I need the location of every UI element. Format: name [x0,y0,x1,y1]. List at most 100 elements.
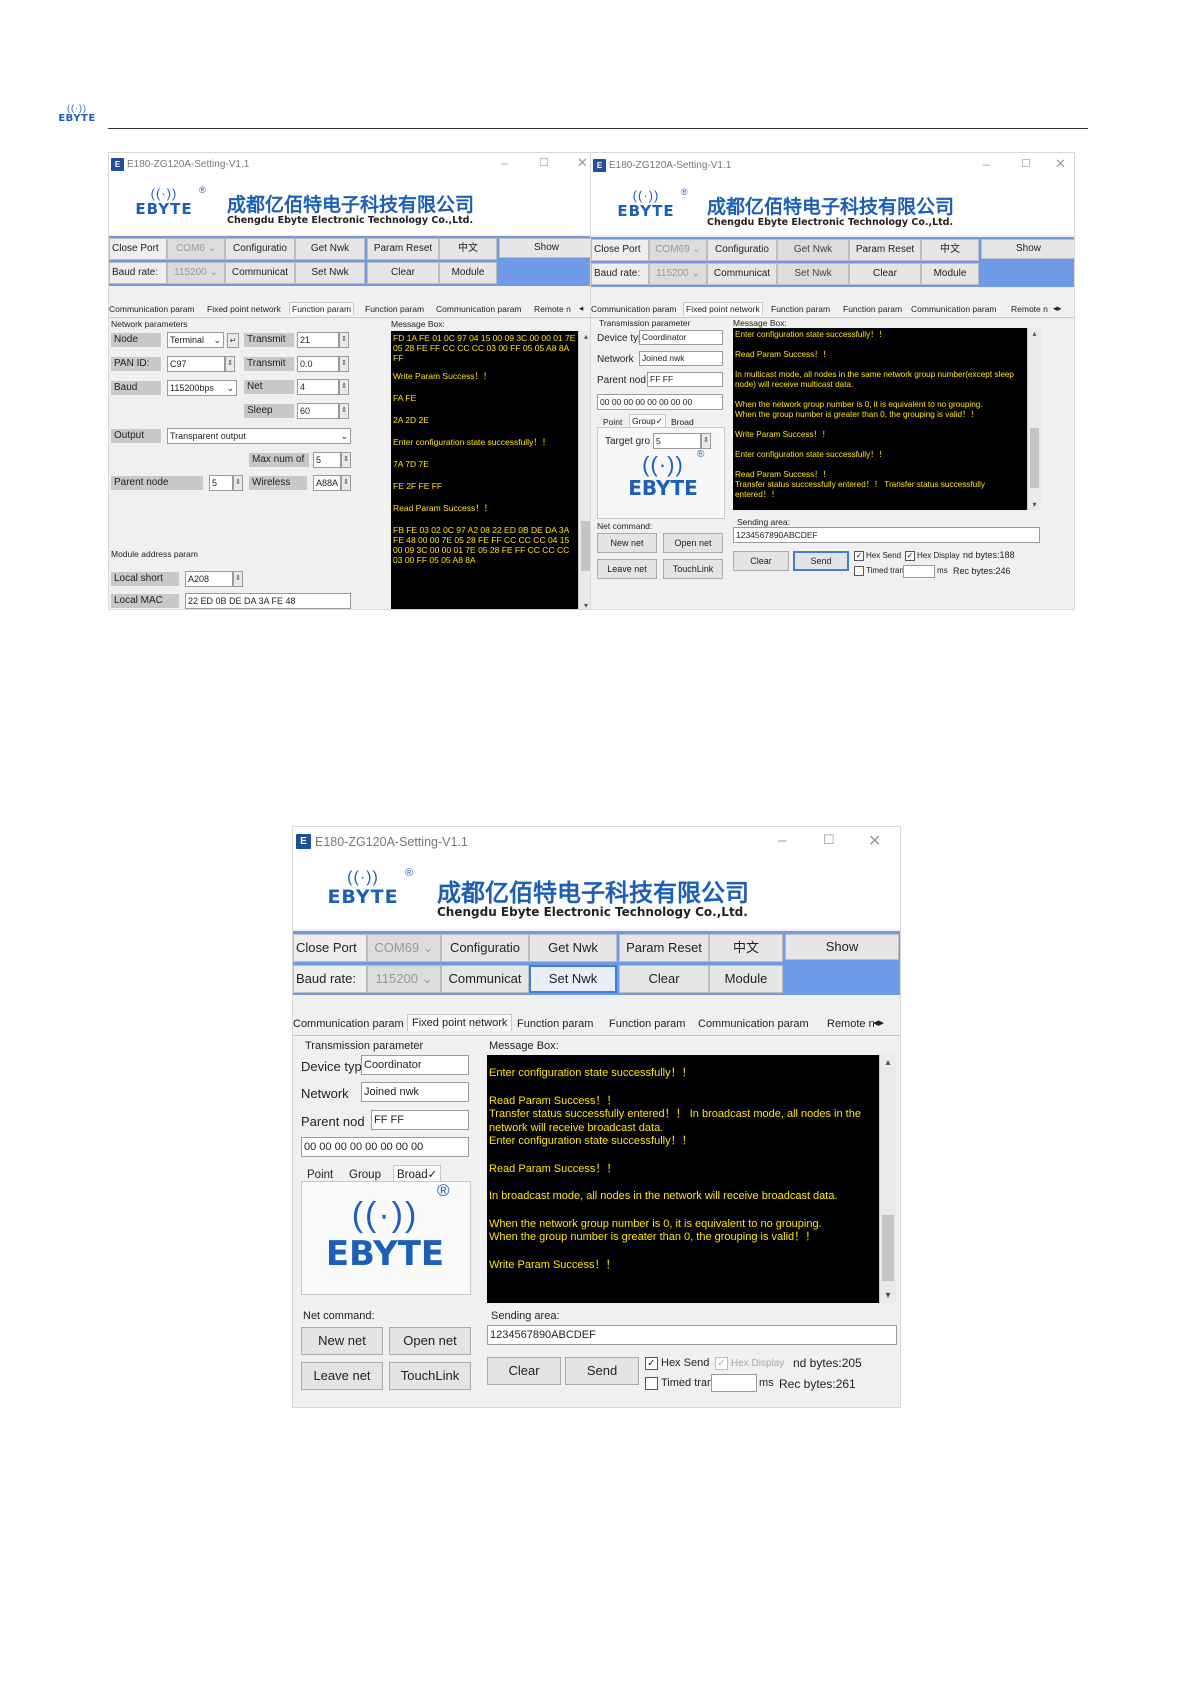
sleep-spin-icon[interactable]: ⇕ [339,403,349,419]
tab-communication-param[interactable]: Communication param [293,1018,404,1030]
timed-tran-ms-field[interactable] [903,565,935,578]
touchlink-button[interactable]: TouchLink [389,1362,471,1390]
param-reset-button[interactable]: Param Reset [367,238,439,260]
new-net-button[interactable]: New net [597,533,657,553]
get-nwk-button[interactable]: Get Nwk [295,238,365,260]
tab-communication-param-2[interactable]: Communication param [911,304,997,314]
device-type-field[interactable]: Coordinator [639,330,723,345]
target-group-spin-icon[interactable]: ⇕ [701,433,711,449]
scroll-down-icon[interactable]: ▾ [880,1290,896,1301]
max-num-spin-icon[interactable]: ⇕ [341,452,351,468]
clear-button[interactable]: Clear [619,965,709,993]
sending-area-input[interactable]: 1234567890ABCDEF [733,527,1040,543]
scroll-up-icon[interactable]: ▴ [1028,329,1041,338]
open-net-button[interactable]: Open net [663,533,723,553]
tab-broad-active[interactable]: Broad✓ [393,1165,442,1182]
message-box[interactable]: FD 1A FE 01 0C 97 04 15 00 09 3C 00 00 0… [391,331,578,609]
sending-area-input[interactable]: 1234567890ABCDEF [487,1325,897,1345]
close-icon[interactable]: ✕ [1055,156,1066,172]
pan-id-field[interactable]: C97 [167,356,225,372]
local-short-spin-icon[interactable]: ⇕ [233,571,243,587]
tab-function-param[interactable]: Function param [365,304,424,314]
get-nwk-button[interactable]: Get Nwk [529,934,617,962]
param-reset-button[interactable]: Param Reset [619,934,709,962]
enter-icon[interactable]: ↵ [227,333,239,348]
timed-tran-checkbox[interactable] [854,566,864,576]
target-group-field[interactable]: 5 [653,433,701,449]
set-nwk-button[interactable]: Set Nwk [295,262,365,284]
get-nwk-button[interactable]: Get Nwk [777,239,849,261]
pan-id-spin-icon[interactable]: ⇕ [225,356,235,372]
chinese-button[interactable]: 中文 [921,239,979,261]
new-net-button[interactable]: New net [301,1327,383,1355]
tab-scroll-icon[interactable]: ◂▸ [873,1016,884,1029]
configuration-button[interactable]: Configuratio [441,934,529,962]
tab-fixed-point-network-active[interactable]: Fixed point network [683,302,763,315]
clear-button[interactable]: Clear [367,262,439,284]
show-button[interactable]: Show [499,238,592,258]
com-port-select[interactable]: COM69 ⌄ [649,239,707,261]
communication-button[interactable]: Communicat [225,262,295,284]
module-button[interactable]: Module [921,263,979,285]
scroll-up-icon[interactable]: ▴ [880,1057,896,1068]
clear-send-button[interactable]: Clear [733,551,789,571]
node-select[interactable]: Terminal ⌄ [167,332,224,348]
show-button[interactable]: Show [981,239,1074,259]
tab-remote[interactable]: Remote n [534,304,571,314]
communication-button[interactable]: Communicat [441,965,529,993]
address-field[interactable]: 00 00 00 00 00 00 00 00 [597,394,723,410]
communication-button[interactable]: Communicat [707,263,777,285]
tab-group[interactable]: Group [349,1169,381,1181]
transmit-field-2[interactable]: 0.0 [297,356,339,372]
tab-scroll-left-icon[interactable]: ◂ [579,303,583,314]
param-reset-button[interactable]: Param Reset [849,239,921,261]
hex-display-checkbox[interactable]: ✓ [905,551,915,561]
clear-button[interactable]: Clear [849,263,921,285]
tab-fixed-point-network[interactable]: Fixed point network [207,304,281,314]
open-net-button[interactable]: Open net [389,1327,471,1355]
device-type-field[interactable]: Coordinator [361,1055,469,1075]
timed-tran-checkbox[interactable] [645,1377,658,1390]
tab-group-active[interactable]: Group✓ [629,414,666,428]
close-icon[interactable]: ✕ [868,831,881,851]
tab-broad[interactable]: Broad [671,417,694,427]
baud-rate-select[interactable]: 115200 ⌄ [649,263,707,285]
scroll-thumb[interactable] [1030,428,1039,488]
message-scrollbar[interactable]: ▴ ▾ [879,1055,896,1303]
net-field[interactable]: 4 [297,379,339,395]
parent-node-field[interactable]: FF FF [647,372,723,387]
com-port-select[interactable]: COM69 ⌄ [367,934,441,962]
tab-communication-param-2[interactable]: Communication param [698,1018,809,1030]
tab-remote[interactable]: Remote n [1011,304,1048,314]
chinese-button[interactable]: 中文 [709,934,783,962]
maximize-icon[interactable]: ☐ [539,156,549,169]
tab-communication-param[interactable]: Communication param [109,304,195,314]
maximize-icon[interactable]: ☐ [1021,157,1031,170]
send-button[interactable]: Send [565,1357,639,1385]
scroll-down-icon[interactable]: ▾ [1028,500,1041,509]
module-button[interactable]: Module [439,262,497,284]
tab-point[interactable]: Point [307,1169,333,1181]
com-port-select[interactable]: COM6 ⌄ [167,238,225,260]
tab-communication-param[interactable]: Communication param [591,304,677,314]
net-spin-icon[interactable]: ⇕ [339,379,349,395]
transmit-field-1[interactable]: 21 [297,332,339,348]
parent-node-field[interactable]: 5 [209,475,233,491]
baud-field-select[interactable]: 115200bps ⌄ [167,380,237,396]
output-select[interactable]: Transparent output ⌄ [167,428,351,444]
parent-node-field[interactable]: FF FF [371,1110,469,1130]
wireless-spin-icon[interactable]: ⇕ [341,475,351,491]
close-port-button[interactable]: Close Port [293,934,367,962]
transmit-spin-icon-2[interactable]: ⇕ [339,356,349,372]
minimize-icon[interactable]: – [983,157,990,171]
tab-function-param-2[interactable]: Function param [843,304,902,314]
show-button[interactable]: Show [785,934,899,960]
tab-function-param-2[interactable]: Function param [609,1018,685,1030]
module-button[interactable]: Module [709,965,783,993]
sleep-field[interactable]: 60 [297,403,339,419]
hex-send-checkbox[interactable]: ✓ [854,551,864,561]
message-box[interactable]: Enter configuration state successfully！！… [733,328,1027,510]
tab-point[interactable]: Point [603,417,622,427]
network-field[interactable]: Joined nwk [361,1082,469,1102]
local-short-field[interactable]: A208 [185,571,233,587]
